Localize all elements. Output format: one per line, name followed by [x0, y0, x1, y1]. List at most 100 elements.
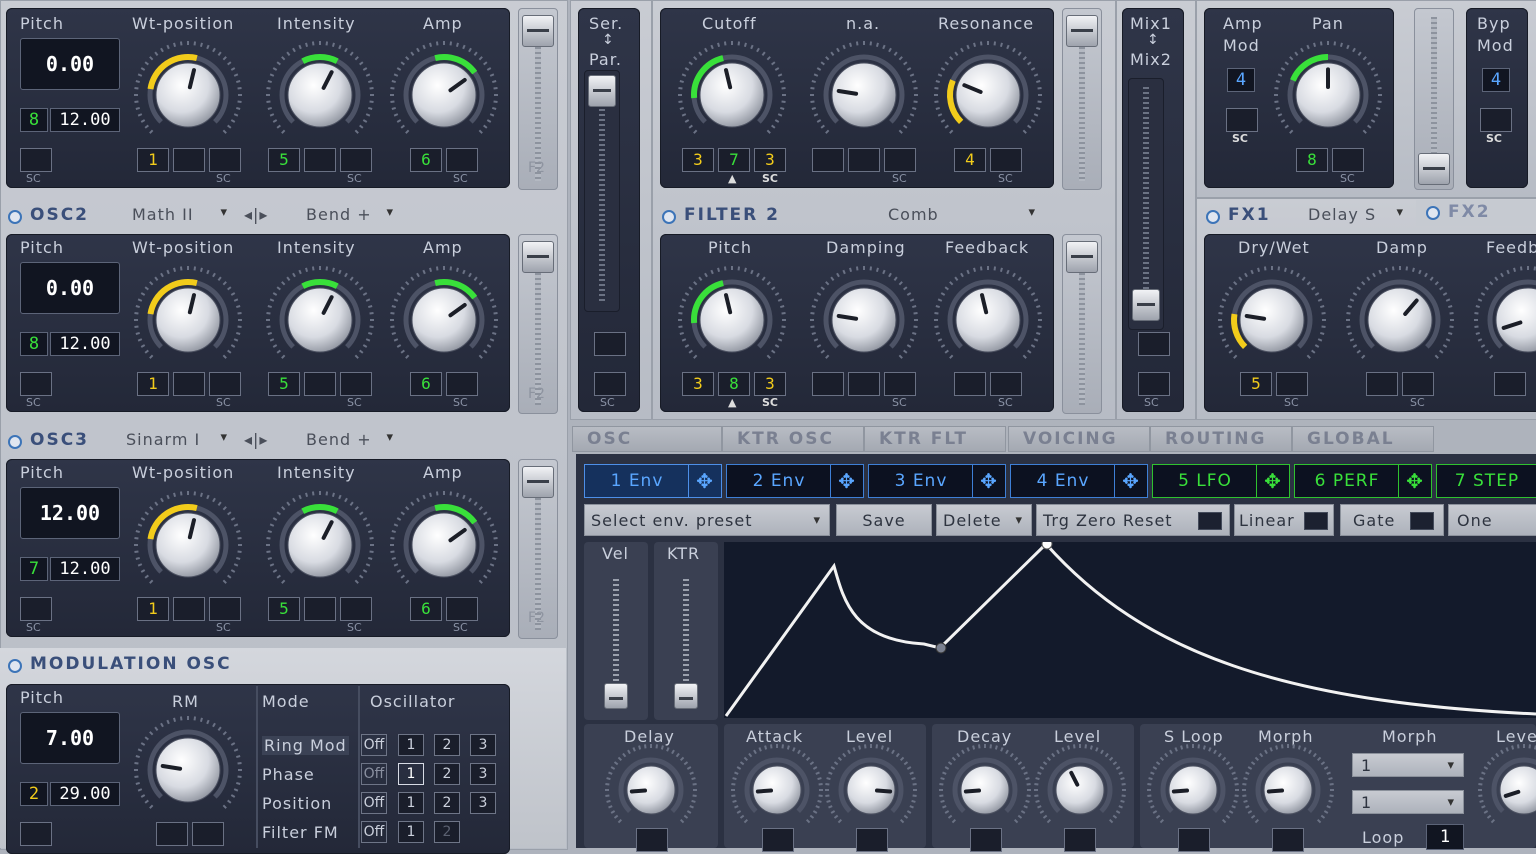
modosc-phase-1[interactable]: 1	[398, 763, 424, 785]
env-morph-select-1[interactable]: 1	[1352, 753, 1464, 778]
filter1-na-mod-b[interactable]	[848, 148, 880, 172]
modosc-position-1[interactable]: 1	[398, 792, 424, 814]
env-oneshot-toggle[interactable]: One Shot	[1448, 504, 1536, 536]
osc3-wave-select[interactable]: Sinarm I	[106, 430, 236, 449]
osc3-pitch-value[interactable]: 12.00	[20, 487, 120, 539]
env-save-button[interactable]: Save	[836, 504, 932, 536]
env-delete-button[interactable]: Delete	[936, 504, 1032, 537]
osc1-intensity-knob[interactable]	[266, 41, 374, 149]
amp-ampmod-value[interactable]: 4	[1227, 68, 1255, 92]
env-gate-check[interactable]	[1410, 512, 1434, 530]
pan-mod-a[interactable]: 8	[1296, 148, 1328, 172]
env-tab-1[interactable]: 1 Env ✥	[584, 464, 722, 498]
filter2-damp-mod-a[interactable]	[812, 372, 844, 396]
env-sloop-knob[interactable]	[1147, 744, 1239, 836]
modosc-row-position[interactable]: Position	[262, 794, 332, 813]
modosc-sc-box[interactable]	[20, 822, 52, 846]
env-delay-knob[interactable]	[605, 744, 697, 836]
osc2-pitch-value[interactable]: 0.00	[20, 262, 120, 314]
tab-ktr-osc[interactable]: KTR OSC	[722, 426, 864, 452]
osc3-wt-knob[interactable]	[134, 491, 242, 599]
fx1-damp-mod-a[interactable]	[1366, 372, 1398, 396]
osc1-mod-wt[interactable]: 1	[137, 148, 169, 172]
env-attack-knob[interactable]	[731, 744, 823, 836]
osc2-wt-knob[interactable]	[134, 266, 242, 374]
filter1-res-mod-b[interactable]	[990, 148, 1022, 172]
env-preset-select[interactable]: Select env. preset	[584, 504, 830, 537]
filter2-power-icon[interactable]	[662, 210, 676, 224]
tab-ktr-flt[interactable]: KTR FLT	[864, 426, 1006, 452]
mix-mod-box[interactable]	[1138, 332, 1170, 356]
osc1-mod-int[interactable]: 5	[268, 148, 300, 172]
osc3-semi[interactable]: 12.00	[50, 557, 120, 581]
filter2-feedback-knob[interactable]	[934, 266, 1042, 374]
filter2-mod-b[interactable]: 8	[718, 372, 750, 396]
osc2-sc-box[interactable]	[20, 372, 52, 396]
filter1-res-mod-a[interactable]: 4	[954, 148, 986, 172]
mix-fader[interactable]	[1128, 78, 1164, 330]
osc2-octave[interactable]: 8	[20, 332, 48, 356]
filter2-fb-mod-b[interactable]	[990, 372, 1022, 396]
osc1-mod-amp-b[interactable]	[446, 148, 478, 172]
osc3-power-icon[interactable]	[8, 435, 22, 449]
osc2-mod-int[interactable]: 5	[268, 372, 300, 396]
env-tab-3-move-icon[interactable]: ✥	[972, 465, 1005, 497]
env-tab-2-move-icon[interactable]: ✥	[830, 465, 863, 497]
filter1-na-mod-c[interactable]	[884, 148, 916, 172]
env-tab-3[interactable]: 3 Env ✥	[868, 464, 1006, 498]
byp-value[interactable]: 4	[1482, 68, 1510, 92]
osc2-intensity-knob[interactable]	[266, 266, 374, 374]
osc3-mod-int-b[interactable]	[304, 597, 336, 621]
filter2-damp-mod-b[interactable]	[848, 372, 880, 396]
filter1-mod-b[interactable]: 7	[718, 148, 750, 172]
fx1-drywet-mod-b[interactable]	[1276, 372, 1308, 396]
filter1-na-mod-a[interactable]	[812, 148, 844, 172]
serpar-sc-box[interactable]	[594, 372, 626, 396]
amp-fader[interactable]	[1414, 8, 1454, 190]
osc3-mod-int-c[interactable]	[340, 597, 372, 621]
osc3-sc-box[interactable]	[20, 597, 52, 621]
env-tab-7[interactable]: 7 STEP	[1436, 464, 1536, 498]
env-level3-knob[interactable]	[1478, 744, 1536, 836]
osc1-mod-wt-b[interactable]	[173, 148, 205, 172]
filter1-mod-c[interactable]: 3	[754, 148, 786, 172]
env-tab-5-move-icon[interactable]: ✥	[1256, 465, 1289, 497]
osc2-mod-int-b[interactable]	[304, 372, 336, 396]
modosc-filterfm-2[interactable]: 2	[434, 821, 460, 843]
osc3-octave[interactable]: 7	[20, 557, 48, 581]
modosc-phase-3[interactable]: 3	[470, 763, 496, 785]
osc1-octave[interactable]: 8	[20, 108, 48, 132]
osc3-mod-wt[interactable]: 1	[137, 597, 169, 621]
env-decay-knob[interactable]	[939, 744, 1031, 836]
filter2-mod-a[interactable]: 3	[682, 372, 714, 396]
serpar-mod-box[interactable]	[594, 332, 626, 356]
fx1-type-select[interactable]: Delay S	[1290, 205, 1412, 224]
amp-sc-box[interactable]	[1226, 108, 1258, 132]
pan-mod-b[interactable]	[1332, 148, 1364, 172]
modosc-position-2[interactable]: 2	[434, 792, 460, 814]
fx1-damp-mod-b[interactable]	[1402, 372, 1434, 396]
osc2-mod-amp[interactable]: 6	[410, 372, 442, 396]
modosc-octave[interactable]: 2	[20, 782, 48, 806]
env-trg-zero-reset-check[interactable]	[1198, 512, 1222, 530]
modosc-ringmod-1[interactable]: 1	[398, 734, 424, 756]
modosc-row-phase[interactable]: Phase	[262, 765, 315, 784]
osc3-wave-prev-icon[interactable]: ◂|▸	[244, 430, 268, 449]
fx1-power-icon[interactable]	[1206, 210, 1220, 224]
osc3-mod-wt-b[interactable]	[173, 597, 205, 621]
filter1-fader[interactable]	[1062, 8, 1102, 190]
osc1-mod-amp[interactable]: 6	[410, 148, 442, 172]
osc3-mod-amp[interactable]: 6	[410, 597, 442, 621]
fx1-feed-mod-a[interactable]	[1494, 372, 1526, 396]
filter1-resonance-knob[interactable]	[934, 41, 1042, 149]
osc3-mod-int[interactable]: 5	[268, 597, 300, 621]
filter1-cutoff-knob[interactable]	[678, 41, 786, 149]
modosc-ringmod-2[interactable]: 2	[434, 734, 460, 756]
mix-sc-box[interactable]	[1138, 372, 1170, 396]
modosc-ringmod-3[interactable]: 3	[470, 734, 496, 756]
osc2-amp-knob[interactable]	[390, 266, 498, 374]
env-tab-4[interactable]: 4 Env ✥	[1010, 464, 1148, 498]
osc2-mod-wt-b[interactable]	[173, 372, 205, 396]
osc1-pitch-value[interactable]: 0.00	[20, 38, 120, 90]
modosc-filterfm-off[interactable]: Off	[361, 821, 387, 843]
